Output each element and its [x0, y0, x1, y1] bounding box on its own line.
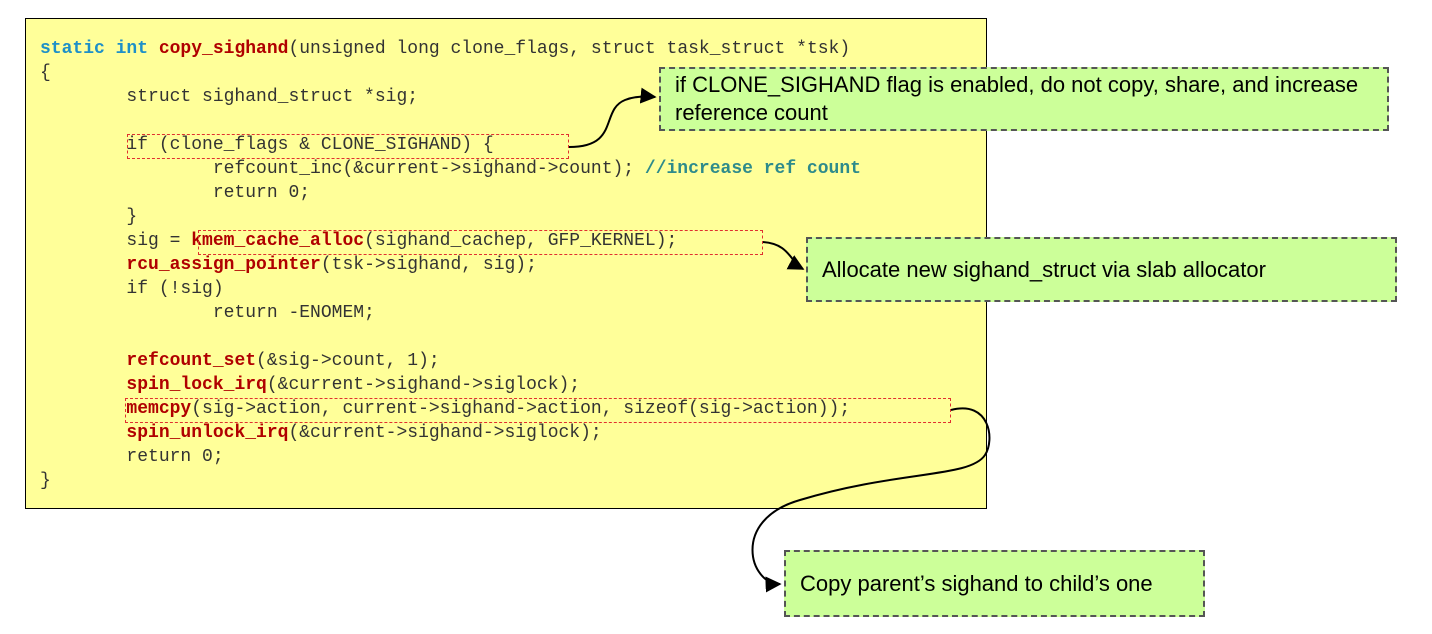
code-function-name: rcu_assign_pointer	[126, 255, 321, 275]
code-line: }	[40, 205, 137, 229]
code-line: struct sighand_struct *sig;	[40, 85, 418, 109]
code-line: spin_unlock_irq(&current->sighand->siglo…	[40, 421, 602, 445]
code-text: return -ENOMEM;	[40, 303, 375, 323]
code-line: refcount_set(&sig->count, 1);	[40, 349, 440, 373]
code-text: refcount_inc(&current->sighand->count);	[40, 159, 645, 179]
note-copy-sighand: Copy parent’s sighand to child’s one	[784, 550, 1205, 617]
code-function-name: refcount_set	[126, 351, 257, 371]
highlight-kmem-alloc	[198, 230, 763, 255]
code-text: {	[40, 63, 51, 83]
code-line: }	[40, 469, 51, 493]
highlight-memcpy	[125, 398, 951, 423]
code-text: }	[40, 471, 51, 491]
code-function-name: copy_sighand	[158, 39, 289, 59]
code-text: return 0;	[40, 183, 311, 203]
code-line: if (!sig)	[40, 277, 224, 301]
code-keyword: static int	[40, 39, 159, 59]
highlight-clone-check	[127, 134, 569, 159]
code-line: refcount_inc(&current->sighand->count); …	[40, 157, 861, 181]
note-copy-text: Copy parent’s sighand to child’s one	[800, 570, 1153, 596]
note-slab-alloc: Allocate new sighand_struct via slab all…	[806, 237, 1397, 302]
code-text: (&sig->count, 1);	[256, 351, 440, 371]
code-text: }	[40, 207, 138, 227]
code-line: {	[40, 61, 51, 85]
code-text: (&current->sighand->siglock);	[266, 375, 581, 395]
code-function-name: spin_unlock_irq	[126, 423, 289, 443]
code-text: (&current->sighand->siglock);	[288, 423, 602, 443]
code-line: static int copy_sighand(unsigned long cl…	[40, 37, 850, 61]
code-line: spin_lock_irq(&current->sighand->siglock…	[40, 373, 580, 397]
code-text: struct sighand_struct *sig;	[40, 87, 419, 107]
code-text: return 0;	[40, 447, 224, 467]
code-line: rcu_assign_pointer(tsk->sighand, sig);	[40, 253, 537, 277]
note-alloc-text: Allocate new sighand_struct via slab all…	[822, 256, 1266, 282]
code-comment: //increase ref count	[644, 159, 861, 179]
code-text: (tsk->sighand, sig);	[320, 255, 537, 275]
code-text: sig =	[40, 231, 192, 251]
code-text: (unsigned long clone_flags, struct task_…	[288, 39, 851, 59]
code-line: return 0;	[40, 181, 310, 205]
code-line: return -ENOMEM;	[40, 301, 375, 325]
code-function-name: spin_lock_irq	[126, 375, 267, 395]
note-share-text: if CLONE_SIGHAND flag is enabled, do not…	[675, 72, 1359, 125]
code-line: return 0;	[40, 445, 224, 469]
code-text: if (!sig)	[40, 279, 224, 299]
note-share-refcount: if CLONE_SIGHAND flag is enabled, do not…	[659, 67, 1389, 131]
